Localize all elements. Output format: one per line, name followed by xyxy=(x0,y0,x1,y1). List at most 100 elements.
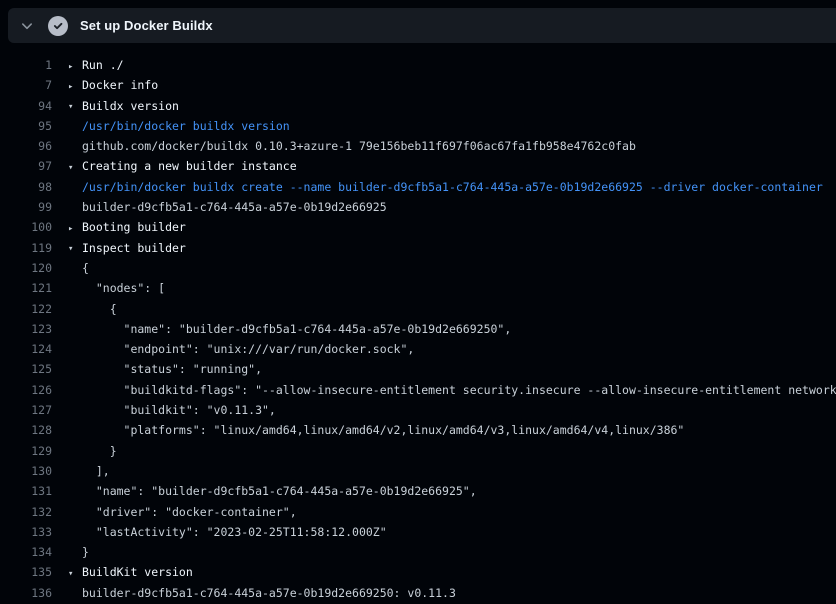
log-line-text: builder-d9cfb5a1-c764-445a-a57e-0b19d2e6… xyxy=(82,586,456,600)
log-text: "name": "builder-d9cfb5a1-c764-445a-a57e… xyxy=(68,481,477,501)
log-group-toggle[interactable]: ▾BuildKit version xyxy=(68,562,193,582)
log-line-text: { xyxy=(82,302,117,316)
line-number[interactable]: 134 xyxy=(0,542,52,562)
line-number[interactable]: 128 xyxy=(0,420,52,440)
log-text: /usr/bin/docker buildx version xyxy=(68,116,290,136)
log-line: 125 "status": "running", xyxy=(0,359,836,379)
log-line: 131 "name": "builder-d9cfb5a1-c764-445a-… xyxy=(0,481,836,501)
log-viewer: 1▸Run ./7▸Docker info94▾Buildx version95… xyxy=(0,55,836,604)
triangle-down-icon[interactable]: ▾ xyxy=(68,564,82,584)
line-number[interactable]: 130 xyxy=(0,461,52,481)
log-text: github.com/docker/buildx 0.10.3+azure-1 … xyxy=(68,136,636,156)
line-number[interactable]: 126 xyxy=(0,380,52,400)
log-line-text: /usr/bin/docker buildx version xyxy=(82,119,290,133)
line-number[interactable]: 125 xyxy=(0,359,52,379)
line-number[interactable]: 95 xyxy=(0,116,52,136)
log-text: "buildkitd-flags": "--allow-insecure-ent… xyxy=(68,380,836,400)
log-line: 123 "name": "builder-d9cfb5a1-c764-445a-… xyxy=(0,319,836,339)
log-text: { xyxy=(68,258,89,278)
line-number[interactable]: 119 xyxy=(0,238,52,258)
log-text: ], xyxy=(68,461,110,481)
log-text: builder-d9cfb5a1-c764-445a-a57e-0b19d2e6… xyxy=(68,583,456,603)
log-text: "name": "builder-d9cfb5a1-c764-445a-a57e… xyxy=(68,319,511,339)
log-line: 7 ▸Docker info xyxy=(0,75,836,95)
log-text: "driver": "docker-container", xyxy=(68,502,297,522)
line-number[interactable]: 136 xyxy=(0,583,52,603)
line-number[interactable]: 1 xyxy=(0,55,52,75)
line-number[interactable]: 123 xyxy=(0,319,52,339)
log-group-toggle[interactable]: ▾Creating a new builder instance xyxy=(68,156,297,176)
log-text: "lastActivity": "2023-02-25T11:58:12.000… xyxy=(68,522,387,542)
log-line-text: builder-d9cfb5a1-c764-445a-a57e-0b19d2e6… xyxy=(82,200,387,214)
line-number[interactable]: 98 xyxy=(0,177,52,197)
log-group-toggle[interactable]: ▾Buildx version xyxy=(68,96,179,116)
line-number[interactable]: 97 xyxy=(0,156,52,176)
log-text: "nodes": [ xyxy=(68,278,165,298)
log-line-text: "name": "builder-d9cfb5a1-c764-445a-a57e… xyxy=(82,484,477,498)
log-group-toggle[interactable]: ▾Inspect builder xyxy=(68,238,186,258)
log-text: } xyxy=(68,441,117,461)
log-line-text: "driver": "docker-container", xyxy=(82,505,297,519)
triangle-down-icon[interactable]: ▾ xyxy=(68,97,82,117)
line-number[interactable]: 131 xyxy=(0,481,52,501)
log-text: "status": "running", xyxy=(68,359,262,379)
line-number[interactable]: 135 xyxy=(0,562,52,582)
log-line: 95/usr/bin/docker buildx version xyxy=(0,116,836,136)
log-text: builder-d9cfb5a1-c764-445a-a57e-0b19d2e6… xyxy=(68,197,387,217)
log-line-text: BuildKit version xyxy=(82,565,193,579)
log-line-text: "nodes": [ xyxy=(82,281,165,295)
log-line-text: ], xyxy=(82,464,110,478)
line-number[interactable]: 99 xyxy=(0,197,52,217)
triangle-down-icon[interactable]: ▾ xyxy=(68,239,82,259)
log-line: 96 github.com/docker/buildx 0.10.3+azure-… xyxy=(0,136,836,156)
check-circle-icon xyxy=(48,16,68,36)
line-number[interactable]: 7 xyxy=(0,75,52,95)
log-line-text: Booting builder xyxy=(82,220,186,234)
triangle-right-icon[interactable]: ▸ xyxy=(68,219,82,239)
log-text: /usr/bin/docker buildx create --name bui… xyxy=(68,177,823,197)
triangle-right-icon[interactable]: ▸ xyxy=(68,57,82,77)
line-number[interactable]: 127 xyxy=(0,400,52,420)
line-number[interactable]: 129 xyxy=(0,441,52,461)
log-line-text: "status": "running", xyxy=(82,362,262,376)
log-group-toggle[interactable]: ▸Run ./ xyxy=(68,55,124,75)
log-text: "buildkit": "v0.11.3", xyxy=(68,400,276,420)
log-line: 126 "buildkitd-flags": "--allow-insecure… xyxy=(0,380,836,400)
log-line-text: Run ./ xyxy=(82,58,124,72)
log-line-text: Inspect builder xyxy=(82,241,186,255)
line-number[interactable]: 124 xyxy=(0,339,52,359)
log-group-toggle[interactable]: ▸Booting builder xyxy=(68,217,186,237)
line-number[interactable]: 96 xyxy=(0,136,52,156)
log-line: 97 ▾Creating a new builder instance xyxy=(0,156,836,176)
line-number[interactable]: 122 xyxy=(0,299,52,319)
triangle-right-icon[interactable]: ▸ xyxy=(68,77,82,97)
chevron-down-icon[interactable] xyxy=(20,19,34,33)
log-line-text: Creating a new builder instance xyxy=(82,159,297,173)
log-line-text: Docker info xyxy=(82,78,158,92)
log-line-text: } xyxy=(82,444,117,458)
line-number[interactable]: 94 xyxy=(0,96,52,116)
log-line: 100 ▸Booting builder xyxy=(0,217,836,237)
step-header[interactable]: Set up Docker Buildx xyxy=(8,8,836,43)
line-number[interactable]: 133 xyxy=(0,522,52,542)
log-text: } xyxy=(68,542,89,562)
log-line: 1 ▸Run ./ xyxy=(0,55,836,75)
log-line-text: "buildkit": "v0.11.3", xyxy=(82,403,276,417)
step-title: Set up Docker Buildx xyxy=(80,18,213,33)
log-text: "platforms": "linux/amd64,linux/amd64/v2… xyxy=(68,420,684,440)
log-line: 120 { xyxy=(0,258,836,278)
log-line: 133 "lastActivity": "2023-02-25T11:58:12… xyxy=(0,522,836,542)
log-line: 122 { xyxy=(0,299,836,319)
log-line: 121 "nodes": [ xyxy=(0,278,836,298)
line-number[interactable]: 120 xyxy=(0,258,52,278)
line-number[interactable]: 121 xyxy=(0,278,52,298)
line-number[interactable]: 132 xyxy=(0,502,52,522)
log-line-text: /usr/bin/docker buildx create --name bui… xyxy=(82,180,823,194)
log-group-toggle[interactable]: ▸Docker info xyxy=(68,75,158,95)
log-line-text: "endpoint": "unix:///var/run/docker.sock… xyxy=(82,342,414,356)
triangle-down-icon[interactable]: ▾ xyxy=(68,158,82,178)
log-line: 128 "platforms": "linux/amd64,linux/amd6… xyxy=(0,420,836,440)
log-line: 124 "endpoint": "unix:///var/run/docker.… xyxy=(0,339,836,359)
line-number[interactable]: 100 xyxy=(0,217,52,237)
log-line: 135 ▾BuildKit version xyxy=(0,562,836,582)
